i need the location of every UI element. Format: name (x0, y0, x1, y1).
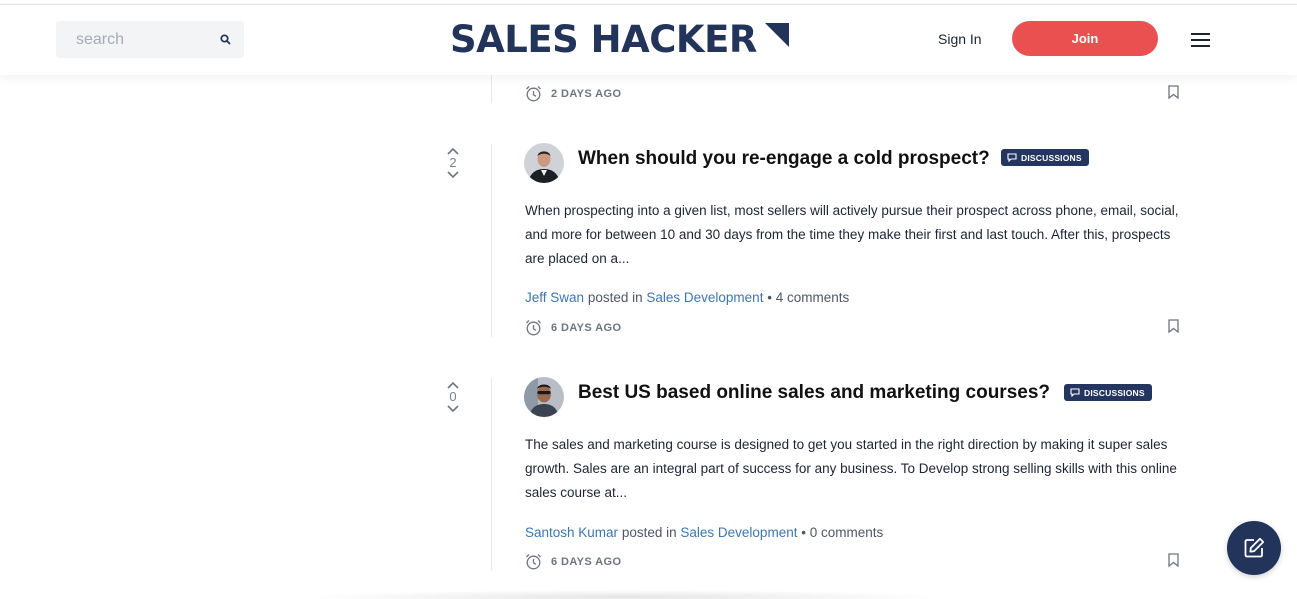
chat-bubble-icon (1070, 388, 1080, 397)
site-header: SALES HACKER Sign In Join (0, 5, 1297, 75)
post-meta: Jeff Swan posted in Sales Development • … (525, 290, 849, 305)
search-input[interactable] (56, 21, 206, 58)
category-link[interactable]: Sales Development (680, 525, 797, 540)
search-icon[interactable] (220, 34, 231, 45)
feed-divider (491, 75, 492, 103)
meta-separator: • (763, 290, 776, 305)
post-time: 2 DAYS AGO (551, 87, 622, 100)
author-link[interactable]: Jeff Swan (525, 290, 584, 305)
post-title[interactable]: When should you re-engage a cold prospec… (578, 148, 990, 170)
chevron-up-icon[interactable] (446, 147, 460, 155)
comments-link[interactable]: 0 comments (810, 525, 884, 540)
comments-link[interactable]: 4 comments (776, 290, 850, 305)
logo-text: SALES HACKER (450, 17, 757, 62)
chevron-up-icon[interactable] (446, 381, 460, 389)
post-excerpt: The sales and marketing course is design… (525, 437, 1177, 500)
edit-icon (1244, 537, 1265, 558)
logo-corner-mark (764, 23, 789, 47)
chevron-down-icon[interactable] (446, 171, 460, 179)
join-button[interactable]: Join (1012, 21, 1158, 56)
author-link[interactable]: Santosh Kumar (525, 525, 618, 540)
vote-count: 2 (449, 155, 457, 170)
category-link[interactable]: Sales Development (646, 290, 763, 305)
category-badge[interactable]: DISCUSSIONS (1001, 149, 1089, 166)
sign-in-link[interactable]: Sign In (938, 31, 982, 47)
vote-widget: 2 (445, 147, 461, 179)
post-time: 6 DAYS AGO (551, 321, 622, 334)
chat-bubble-icon (1007, 153, 1017, 162)
alarm-clock-icon (526, 554, 541, 570)
post-time-row: 6 DAYS AGO (525, 553, 621, 570)
post-excerpt: When prospecting into a given list, most… (525, 203, 1179, 266)
post-title[interactable]: Best US based online sales and marketing… (578, 382, 1050, 404)
post-time: 6 DAYS AGO (551, 555, 622, 568)
avatar[interactable] (524, 377, 564, 417)
bookmark-icon[interactable] (1168, 319, 1179, 333)
vote-widget: 0 (445, 381, 461, 413)
hamburger-menu-icon[interactable] (1191, 33, 1210, 47)
badge-label: DISCUSSIONS (1084, 387, 1145, 398)
post-time-row: 2 DAYS AGO (525, 85, 621, 102)
site-logo[interactable]: SALES HACKER (450, 17, 789, 62)
bookmark-icon[interactable] (1168, 553, 1179, 567)
badge-label: DISCUSSIONS (1021, 152, 1082, 163)
posted-in-text: posted in (587, 290, 643, 305)
vote-count: 0 (449, 389, 457, 404)
alarm-clock-icon (526, 320, 541, 336)
search-box (56, 21, 244, 58)
bottom-shadow (300, 590, 950, 599)
new-post-button[interactable] (1227, 521, 1281, 575)
category-badge[interactable]: DISCUSSIONS (1064, 384, 1152, 401)
feed-divider (491, 378, 492, 570)
post-meta: Santosh Kumar posted in Sales Developmen… (525, 525, 883, 540)
avatar[interactable] (524, 143, 564, 183)
alarm-clock-icon (526, 86, 541, 102)
posted-in-text: posted in (621, 525, 677, 540)
feed-divider (491, 144, 492, 337)
chevron-down-icon[interactable] (446, 405, 460, 413)
meta-separator: • (797, 525, 810, 540)
bookmark-icon[interactable] (1168, 85, 1179, 99)
post-time-row: 6 DAYS AGO (525, 319, 621, 336)
